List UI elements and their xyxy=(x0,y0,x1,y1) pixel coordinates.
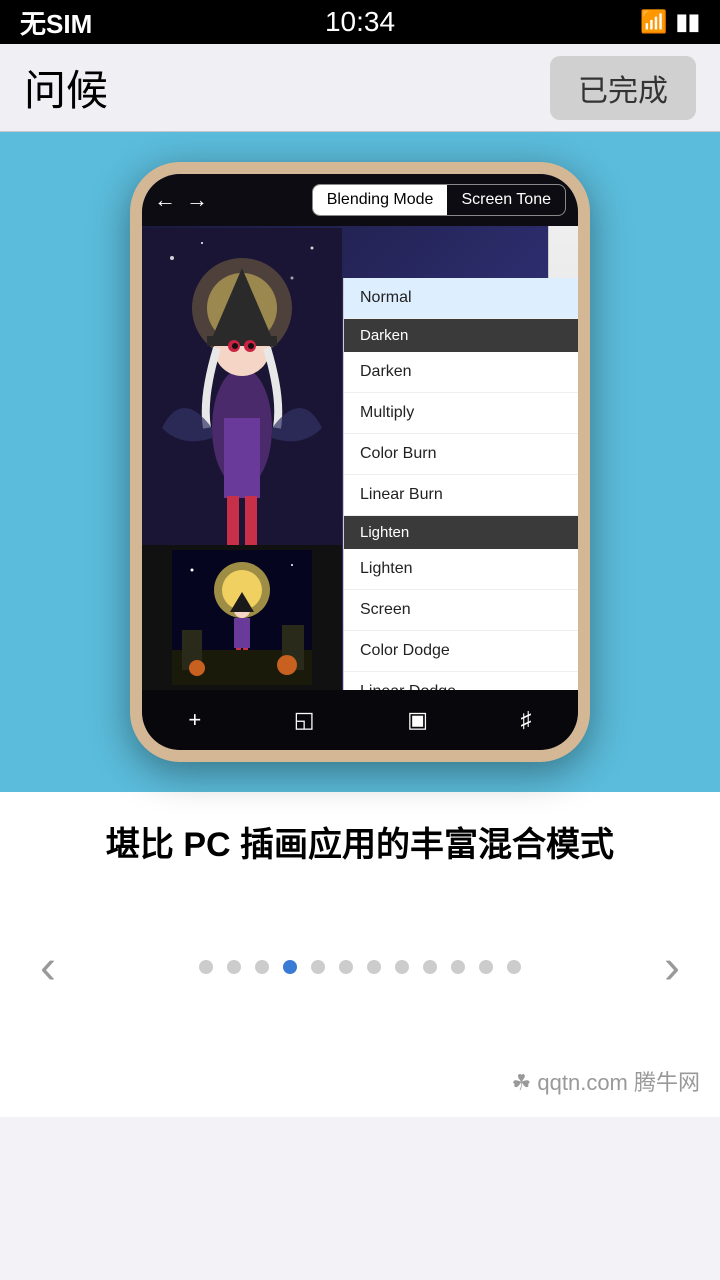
blend-section-lighten: Lighten xyxy=(344,516,578,549)
blend-item-color-dodge[interactable]: Color Dodge xyxy=(344,631,578,672)
dot-11[interactable] xyxy=(479,960,493,974)
dot-1[interactable] xyxy=(199,960,213,974)
canvas-area: Normal Darken Darken Multiply Color Burn… xyxy=(142,226,578,690)
mockup-area: ← → Blending Mode Screen Tone xyxy=(0,132,720,792)
blend-item-color-burn[interactable]: Color Burn xyxy=(344,434,578,475)
blend-item-normal[interactable]: Normal xyxy=(344,278,578,319)
phone-frame: ← → Blending Mode Screen Tone xyxy=(130,162,590,762)
redo-button[interactable]: → xyxy=(186,187,208,213)
pagination-area: ‹ › xyxy=(0,900,720,1055)
dot-10[interactable] xyxy=(451,960,465,974)
next-button[interactable]: › xyxy=(654,940,690,995)
time-label: 10:34 xyxy=(325,6,395,38)
prev-button[interactable]: ‹ xyxy=(30,940,66,995)
copy-layer-button[interactable]: ▣ xyxy=(407,707,428,733)
status-icons: 📶 ▮▮ xyxy=(640,9,700,35)
dot-12[interactable] xyxy=(507,960,521,974)
caption-area: 堪比 PC 插画应用的丰富混合模式 xyxy=(0,792,720,900)
dot-7[interactable] xyxy=(367,960,381,974)
main-content: ← → Blending Mode Screen Tone xyxy=(0,132,720,1117)
blend-item-darken[interactable]: Darken xyxy=(344,352,578,393)
dot-9[interactable] xyxy=(423,960,437,974)
dot-8[interactable] xyxy=(395,960,409,974)
carrier-label: 无SIM xyxy=(20,4,92,41)
blend-item-linear-burn[interactable]: Linear Burn xyxy=(344,475,578,516)
blend-item-screen[interactable]: Screen xyxy=(344,590,578,631)
blending-tabs: Blending Mode Screen Tone xyxy=(312,184,566,216)
thumbnail-image xyxy=(172,550,312,685)
watermark: ☘ qqtn.com 腾牛网 xyxy=(0,1055,720,1117)
blending-mode-tab[interactable]: Blending Mode xyxy=(313,185,448,215)
watermark-text: ☘ qqtn.com 腾牛网 xyxy=(512,1070,700,1095)
dot-2[interactable] xyxy=(227,960,241,974)
done-button[interactable]: 已完成 xyxy=(550,56,696,120)
nav-bar: 问候 已完成 xyxy=(0,44,720,132)
status-bar: 无SIM 10:34 📶 ▮▮ xyxy=(0,0,720,44)
wifi-icon: 📶 xyxy=(640,9,667,35)
delete-layer-button[interactable]: ♯ xyxy=(521,707,532,733)
dot-4[interactable] xyxy=(283,960,297,974)
screen-tone-tab[interactable]: Screen Tone xyxy=(447,185,565,215)
blending-dropdown: Normal Darken Darken Multiply Color Burn… xyxy=(343,278,578,690)
thumbnail-strip xyxy=(142,545,342,690)
phone-mockup: ← → Blending Mode Screen Tone xyxy=(130,162,590,762)
blend-item-multiply[interactable]: Multiply xyxy=(344,393,578,434)
bottom-controls: + ◱ ▣ ♯ xyxy=(142,690,578,750)
app-toolbar: ← → Blending Mode Screen Tone xyxy=(142,174,578,226)
dots-container xyxy=(199,960,521,974)
add-layer-button[interactable]: + xyxy=(188,707,201,733)
blend-item-lighten[interactable]: Lighten xyxy=(344,549,578,590)
battery-icon: ▮▮ xyxy=(676,9,700,35)
merge-layer-button[interactable]: ◱ xyxy=(294,707,315,733)
page-title: 问候 xyxy=(24,57,108,118)
app-screen: ← → Blending Mode Screen Tone xyxy=(142,174,578,750)
dot-6[interactable] xyxy=(339,960,353,974)
blend-item-linear-dodge[interactable]: Linear Dodge xyxy=(344,672,578,690)
undo-button[interactable]: ← xyxy=(154,187,176,213)
dot-3[interactable] xyxy=(255,960,269,974)
blend-section-darken: Darken xyxy=(344,319,578,352)
caption-text: 堪比 PC 插画应用的丰富混合模式 xyxy=(40,822,680,870)
dot-5[interactable] xyxy=(311,960,325,974)
